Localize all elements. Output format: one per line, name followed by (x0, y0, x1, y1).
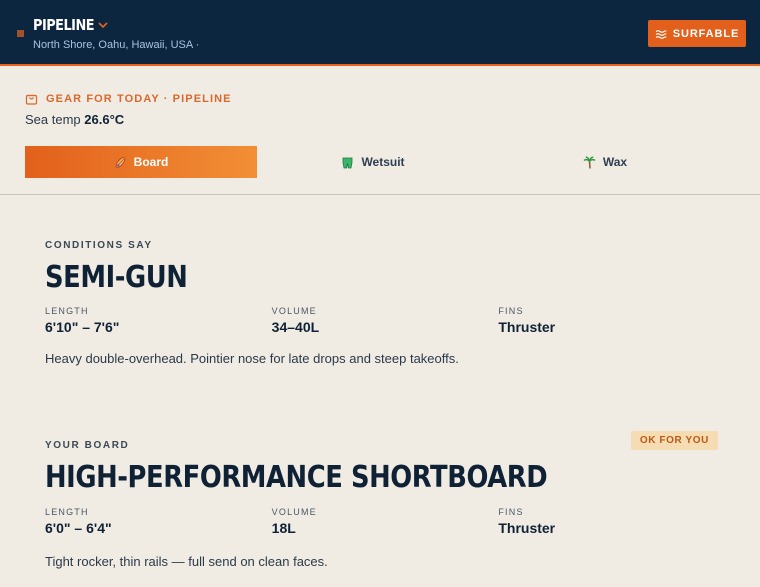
stat-volume: VOLUME 18L (272, 507, 499, 536)
stat-value: Thruster (498, 520, 556, 536)
shopping-bag-icon (25, 94, 38, 105)
fit-badge: OK FOR YOU (630, 431, 718, 450)
stat-value: 18L (271, 520, 296, 536)
stat-fins: FINS Thruster (498, 306, 725, 335)
palm-tree-icon (583, 156, 596, 169)
stat-label: FINS (498, 306, 524, 316)
stat-length: LENGTH 6'10" – 7'6" (45, 306, 272, 335)
stat-value: 6'0" – 6'4" (45, 520, 112, 536)
divider (0, 194, 760, 195)
recommended-eyebrow: CONDITIONS SAY (45, 240, 153, 251)
surfboard-icon (115, 156, 125, 168)
recommended-stats: LENGTH 6'10" – 7'6" VOLUME 34–40L FINS T… (45, 306, 725, 335)
stat-length: LENGTH 6'0" – 6'4" (45, 507, 272, 536)
waves-icon (655, 29, 667, 39)
spot-name[interactable]: PIPELINE (33, 16, 95, 34)
stat-label: LENGTH (45, 306, 89, 316)
tab-wetsuit-label: Wetsuit (361, 155, 405, 169)
tab-board-label: Board (133, 155, 169, 169)
sea-temp-label: Sea temp (25, 112, 81, 127)
your-board-eyebrow: YOUR BOARD (45, 440, 130, 451)
stat-label: LENGTH (45, 507, 89, 517)
recommended-description: Heavy double-overhead. Pointier nose for… (45, 351, 459, 366)
stat-value: 6'10" – 7'6" (45, 319, 120, 335)
tab-wax[interactable]: Wax (489, 146, 721, 178)
stat-value: Thruster (498, 319, 556, 335)
stat-volume: VOLUME 34–40L (272, 306, 499, 335)
your-board-stats: LENGTH 6'0" – 6'4" VOLUME 18L FINS Thrus… (45, 507, 725, 536)
tab-board[interactable]: Board (25, 146, 257, 178)
top-bar: PIPELINE North Shore, Oahu, Hawaii, USA … (0, 0, 760, 66)
stat-fins: FINS Thruster (498, 507, 725, 536)
your-board-title: HIGH-PERFORMANCE SHORTBOARD (45, 460, 548, 495)
chevron-down-icon[interactable] (97, 20, 109, 30)
stat-value: 34–40L (271, 319, 320, 335)
recommended-board-title: SEMI-GUN (45, 260, 188, 295)
sea-temp: Sea temp 26.6°C (25, 112, 124, 127)
stat-label: VOLUME (271, 306, 317, 316)
sea-temp-value: 26.6°C (84, 112, 125, 127)
gear-heading: GEAR FOR TODAY · PIPELINE (25, 92, 232, 105)
stat-label: FINS (498, 507, 524, 517)
gear-tabs: Board Wetsuit Wax (25, 146, 721, 178)
tab-wax-label: Wax (602, 155, 628, 169)
wetsuit-icon (343, 157, 353, 168)
your-board-section: YOUR BOARD OK FOR YOU HIGH-PERFORMANCE S… (45, 431, 725, 569)
surfable-label: SURFABLE (672, 27, 740, 40)
gear-heading-text: GEAR FOR TODAY · PIPELINE (46, 92, 232, 105)
surfable-status-button[interactable]: SURFABLE (648, 20, 746, 47)
recommended-board-section: CONDITIONS SAY SEMI-GUN LENGTH 6'10" – 7… (45, 240, 725, 366)
location-marker-icon (17, 30, 24, 37)
your-board-description: Tight rocker, thin rails — full send on … (45, 554, 328, 569)
tab-wetsuit[interactable]: Wetsuit (257, 146, 489, 178)
stat-label: VOLUME (271, 507, 317, 517)
spot-location: North Shore, Oahu, Hawaii, USA · (33, 39, 200, 51)
